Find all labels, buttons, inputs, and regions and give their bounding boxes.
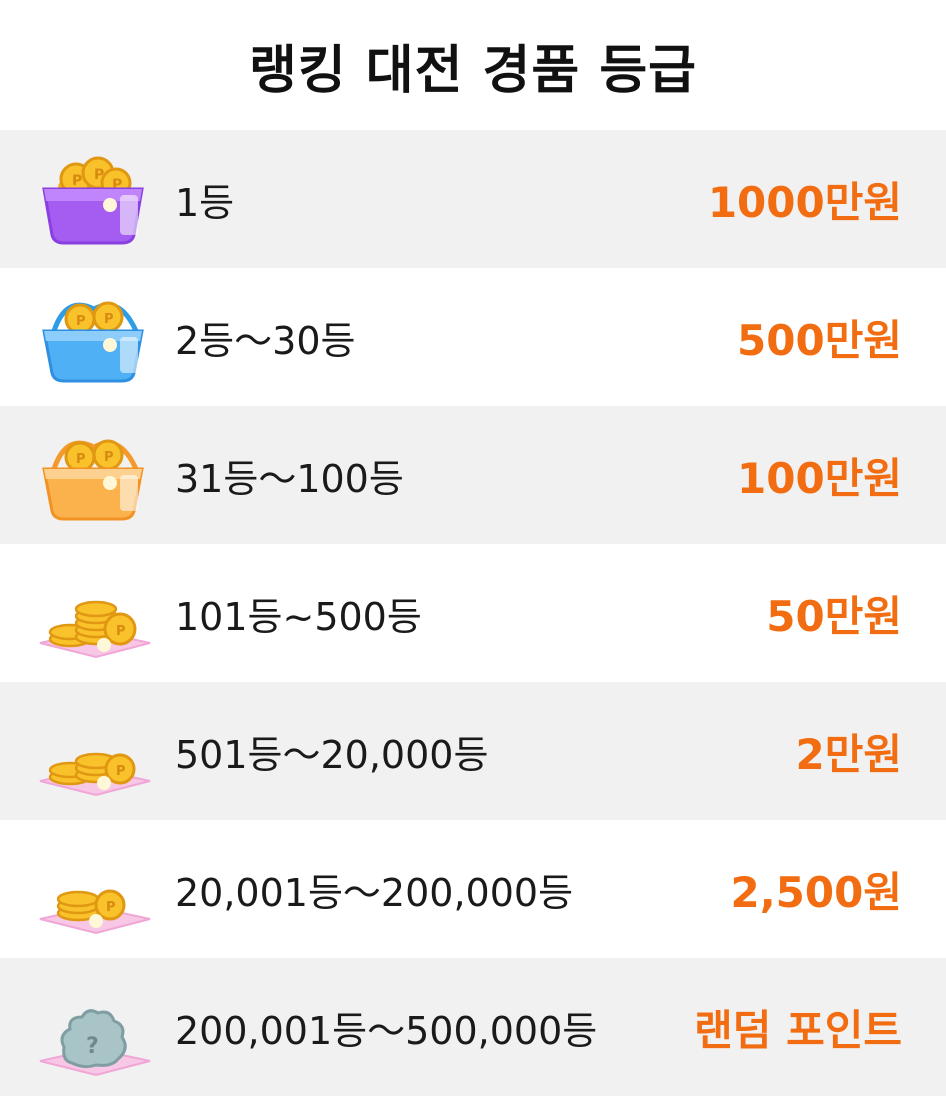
tier-prize: 랜덤 포인트 — [694, 1005, 902, 1055]
tier-row-5: P 501등～20,000등 2만원 — [0, 682, 946, 820]
orange-basket-coins-icon: P P — [36, 425, 152, 525]
svg-text:P: P — [76, 314, 86, 329]
mystery-bag-icon: ? — [36, 977, 152, 1077]
purple-basket-coins-icon: P P P — [36, 149, 152, 249]
tier-prize: 500만원 — [737, 315, 902, 365]
large-coin-stack-icon: P — [36, 563, 152, 663]
svg-text:P: P — [76, 452, 86, 467]
tier-row-2: P P 2등～30등 500만원 — [0, 268, 946, 406]
tier-prize: 50만원 — [766, 591, 902, 641]
svg-text:?: ? — [86, 1034, 99, 1059]
tier-rank: 200,001등～500,000등 — [175, 1008, 598, 1053]
tier-prize: 2,500원 — [730, 867, 903, 917]
tier-rank: 31등～100등 — [175, 456, 404, 501]
tier-row-3: P P 31등～100등 100만원 — [0, 406, 946, 544]
prize-tier-sheet: 랭킹 대전 경품 등급 P P P 1등 1000만원 P P 2등～30등 5… — [0, 0, 946, 1096]
tier-rank: 1등 — [175, 180, 235, 225]
medium-coin-stack-icon: P — [36, 701, 152, 801]
prize-tier-list: P P P 1등 1000만원 P P 2등～30등 500만원 P P 31등… — [0, 130, 946, 1096]
tier-prize: 1000만원 — [707, 177, 902, 227]
tier-rank: 20,001등～200,000등 — [175, 870, 574, 915]
svg-text:P: P — [116, 764, 126, 779]
tier-rank: 2등～30등 — [175, 318, 356, 363]
tier-row-7: ? 200,001등～500,000등 랜덤 포인트 — [0, 958, 946, 1096]
tier-prize: 100만원 — [737, 453, 902, 503]
tier-rank: 101등~500등 — [175, 594, 422, 639]
svg-text:P: P — [116, 624, 126, 639]
svg-text:P: P — [104, 312, 114, 327]
svg-text:P: P — [72, 173, 82, 189]
tier-rank: 501등～20,000등 — [175, 732, 489, 777]
svg-text:P: P — [94, 167, 104, 183]
tier-row-6: P 20,001등～200,000등 2,500원 — [0, 820, 946, 958]
tier-row-1: P P P 1등 1000만원 — [0, 130, 946, 268]
blue-basket-coins-icon: P P — [36, 287, 152, 387]
tier-prize: 2만원 — [795, 729, 902, 779]
svg-text:P: P — [106, 900, 116, 915]
tier-row-4: P 101등~500등 50만원 — [0, 544, 946, 682]
small-coin-stack-icon: P — [36, 839, 152, 939]
page-title: 랭킹 대전 경품 등급 — [248, 40, 698, 101]
svg-text:P: P — [104, 450, 114, 465]
